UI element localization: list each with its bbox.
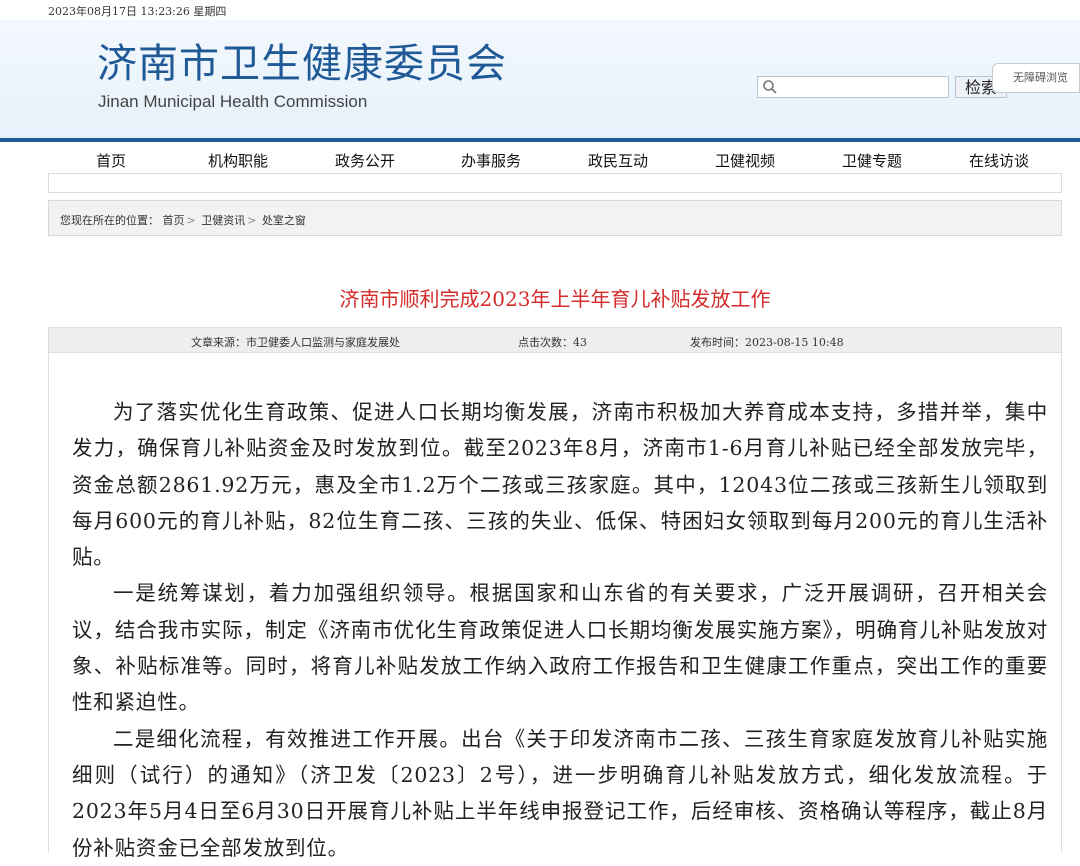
accessibility-button[interactable]: 无障碍浏览 — [992, 63, 1080, 93]
article-paragraph: 二是细化流程，有效推进工作开展。出台《关于印发济南市二孩、三孩生育家庭发放育儿补… — [72, 726, 1048, 860]
breadcrumb-separator: > — [247, 214, 257, 227]
nav-item-interviews[interactable]: 在线访谈 — [969, 150, 1029, 171]
article-body: 为了落实优化生育政策、促进人口长期均衡发展，济南市积极加大养育成本支持，多措并举… — [72, 394, 1048, 866]
main-nav: 首页 机构职能 政务公开 办事服务 政民互动 卫健视频 卫健专题 在线访谈 — [0, 142, 1080, 174]
search-input[interactable] — [757, 76, 949, 98]
site-title: 济南市卫生健康委员会 — [97, 41, 507, 87]
nav-item-home[interactable]: 首页 — [96, 150, 126, 171]
breadcrumb-home[interactable]: 首页 — [163, 214, 185, 227]
breadcrumb-separator: > — [186, 214, 196, 227]
nav-item-videos[interactable]: 卫健视频 — [715, 150, 775, 171]
article-meta-bar: 文章来源：市卫健委人口监测与家庭发展处 点击次数：43 发布时间：2023-08… — [48, 327, 1062, 353]
article-title: 济南市顺利完成2023年上半年育儿补贴发放工作 — [339, 287, 771, 311]
date-time-bar: 2023年08月17日 13:23:26 星期四 — [0, 0, 1080, 20]
nav-item-functions[interactable]: 机构职能 — [208, 150, 268, 171]
article-click-count: 点击次数：43 — [518, 336, 587, 349]
current-datetime: 2023年08月17日 13:23:26 星期四 — [48, 5, 227, 18]
breadcrumb-news[interactable]: 卫健资讯 — [201, 214, 245, 227]
article-paragraph: 为了落实优化生育政策、促进人口长期均衡发展，济南市积极加大养育成本支持，多措并举… — [72, 400, 1048, 570]
nav-item-services[interactable]: 办事服务 — [461, 150, 521, 171]
site-subtitle: Jinan Municipal Health Commission — [98, 92, 368, 111]
breadcrumb: 您现在所在的位置： 首页 > 卫健资讯 > 处室之窗 — [48, 200, 1062, 236]
nav-item-topics[interactable]: 卫健专题 — [842, 150, 902, 171]
sub-nav-bar — [48, 173, 1062, 193]
breadcrumb-prefix: 您现在所在的位置： — [60, 214, 159, 227]
nav-item-public-affairs[interactable]: 政务公开 — [335, 150, 395, 171]
search-icon — [763, 80, 777, 94]
nav-item-interaction[interactable]: 政民互动 — [588, 150, 648, 171]
breadcrumb-department[interactable]: 处室之窗 — [262, 214, 306, 227]
article-source: 文章来源：市卫健委人口监测与家庭发展处 — [191, 336, 400, 349]
article-publish-time: 发布时间：2023-08-15 10:48 — [690, 336, 844, 349]
article-paragraph: 一是统筹谋划，着力加强组织领导。根据国家和山东省的有关要求，广泛开展调研，召开相… — [72, 581, 1048, 715]
